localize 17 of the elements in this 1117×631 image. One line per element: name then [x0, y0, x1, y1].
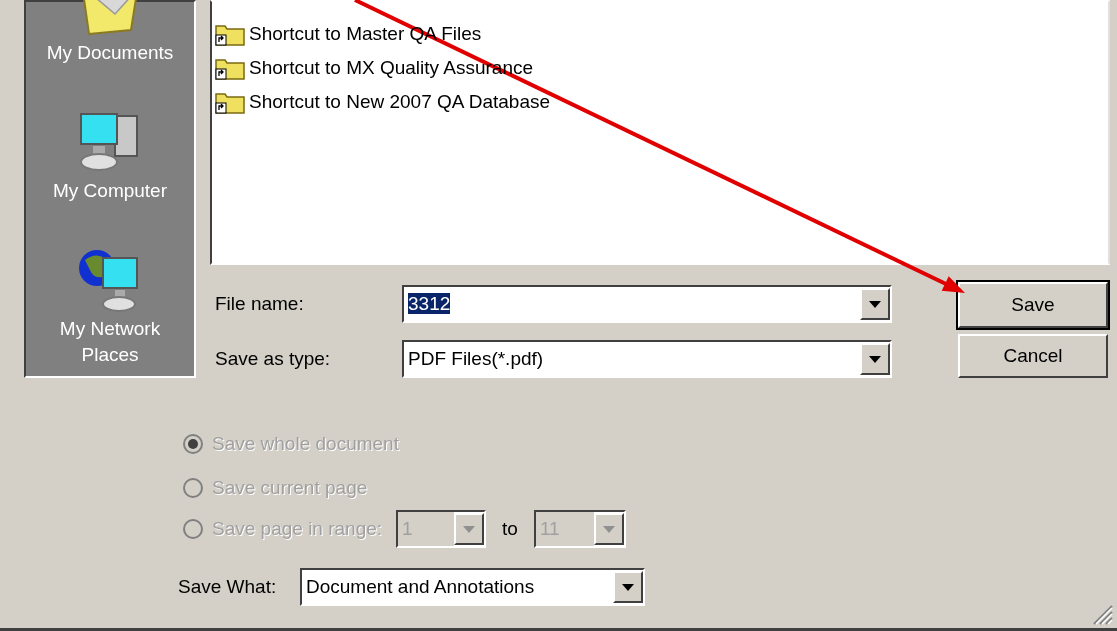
folder-shortcut-icon[interactable]	[215, 90, 245, 114]
resize-grip[interactable]	[1091, 603, 1113, 625]
place-label[interactable]: My Computer	[40, 178, 180, 204]
file-name[interactable]: Shortcut to New 2007 QA Database	[249, 87, 550, 117]
cancel-button[interactable]: Cancel	[958, 334, 1108, 378]
save-button[interactable]: Save	[958, 282, 1108, 328]
field-label: Save as type:	[215, 346, 332, 371]
field-label: File name:	[215, 291, 305, 316]
place-label[interactable]: My Documents	[40, 40, 180, 66]
file-type-dropdown[interactable]: PDF Files(*.pdf)	[402, 340, 892, 378]
file-name-field[interactable]: 3312	[402, 285, 892, 323]
range-label: to	[502, 516, 518, 541]
field-label: Save What:	[178, 574, 278, 599]
folder-shortcut-icon[interactable]	[215, 56, 245, 80]
folder-shortcut-icon[interactable]	[215, 22, 245, 46]
save-what-dropdown[interactable]: Document and Annotations	[300, 568, 645, 606]
place-label[interactable]: My Network Places	[40, 316, 180, 368]
